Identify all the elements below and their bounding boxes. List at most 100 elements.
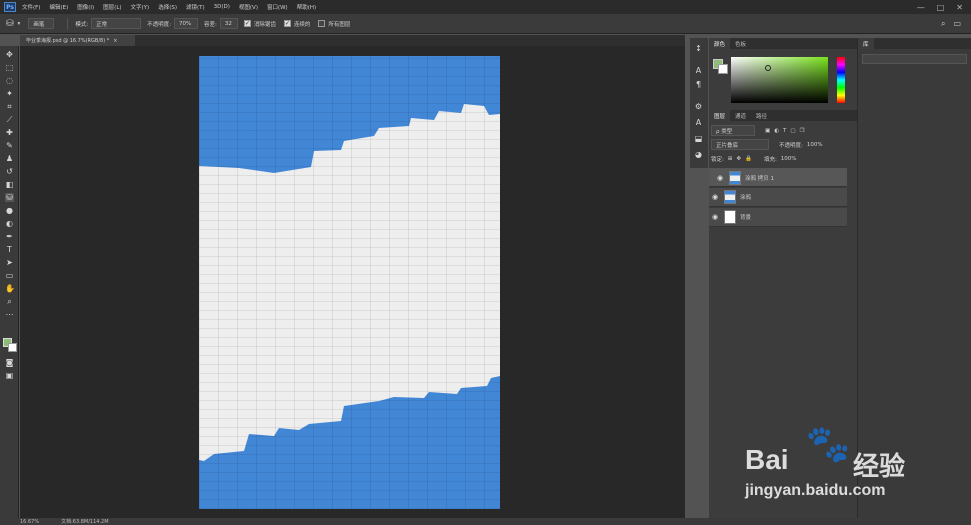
antialias-label: 消除锯齿 <box>253 21 276 28</box>
marquee-tool-icon[interactable]: ⬚ <box>5 63 14 72</box>
close-window-button[interactable]: ✕ <box>956 3 963 12</box>
healing-brush-icon[interactable]: ✚ <box>5 128 14 137</box>
layer-row[interactable]: ◉ 背景 <box>709 208 847 227</box>
menu-help[interactable]: 帮助(H) <box>297 3 316 11</box>
color-picker-field[interactable] <box>731 57 828 103</box>
maximize-button[interactable]: □ <box>937 3 945 12</box>
lock-position-icon[interactable]: ✥ <box>736 156 741 162</box>
menu-select[interactable]: 选择(S) <box>158 3 177 11</box>
tab-libraries[interactable]: 库 <box>858 38 874 49</box>
baidu-jingyan-watermark: Bai 🐾 经验 jingyan.baidu.com <box>745 420 945 520</box>
pen-tool-icon[interactable]: ✒ <box>5 232 14 241</box>
layer-lock-row: 锁定: ⊞ ✥ 🔒 填充: 100% <box>711 153 846 164</box>
filter-pixel-icon[interactable]: ▣ <box>765 128 770 134</box>
more-tools-icon[interactable]: ⋯ <box>5 310 14 319</box>
menu-layer[interactable]: 图层(L) <box>103 3 121 11</box>
move-tool-icon[interactable]: ✥ <box>5 50 14 59</box>
document-tab[interactable]: 毕业季海报.psd @ 16.7%(RGB/8) * × <box>20 35 135 46</box>
menu-3d[interactable]: 3D(D) <box>214 4 230 10</box>
all-layers-checkbox[interactable] <box>318 20 326 27</box>
quick-mask-icon[interactable]: ◙ <box>5 358 14 367</box>
layer-thumbnail <box>724 190 736 204</box>
opacity-input[interactable]: 70% <box>174 18 199 29</box>
history-icon[interactable]: ↕ <box>694 44 703 53</box>
paint-bucket-icon[interactable]: ⛁ <box>6 19 14 29</box>
mode-select[interactable]: 正常 <box>91 18 142 29</box>
layer-row[interactable]: ◉ 涂鸦 <box>709 188 847 207</box>
opacity-label: 不透明度: <box>147 21 172 28</box>
layer-row[interactable]: ◉ 涂鸦 拷贝 1 <box>709 168 847 187</box>
history-brush-icon[interactable]: ↺ <box>5 167 14 176</box>
eraser-icon[interactable]: ◧ <box>5 180 14 189</box>
menu-file[interactable]: 文件(F) <box>22 3 40 11</box>
menu-edit[interactable]: 编辑(E) <box>49 3 68 11</box>
adjustments-icon[interactable]: A <box>694 118 703 127</box>
close-tab-icon[interactable]: × <box>113 38 117 44</box>
tab-swatches[interactable]: 色板 <box>730 38 751 49</box>
filter-shape-icon[interactable]: ▢ <box>790 128 795 134</box>
dodge-tool-icon[interactable]: ◐ <box>5 219 14 228</box>
workspace-icon[interactable]: ▭ <box>953 19 961 28</box>
document-canvas[interactable] <box>199 56 500 509</box>
antialias-checkbox[interactable]: ✓ <box>243 20 251 27</box>
fill-source-select[interactable]: 画笔 <box>28 18 55 29</box>
clone-stamp-icon[interactable]: ♟ <box>5 154 14 163</box>
styles-icon[interactable]: ⬓ <box>694 134 703 143</box>
layer-thumbnail <box>724 210 736 224</box>
magic-wand-icon[interactable]: ✦ <box>5 89 14 98</box>
tab-paths[interactable]: 路径 <box>751 110 772 121</box>
search-icon[interactable]: ⌕ <box>941 19 945 29</box>
properties-icon[interactable]: ⚙ <box>694 102 703 111</box>
eyedropper-icon[interactable]: ⟋ <box>5 115 14 124</box>
navigator-icon[interactable]: ◕ <box>694 150 703 159</box>
menu-image[interactable]: 图像(I) <box>77 3 94 11</box>
visibility-eye-icon[interactable]: ◉ <box>709 193 721 201</box>
menu-type[interactable]: 文字(Y) <box>131 3 150 11</box>
libraries-search-field[interactable] <box>862 54 967 64</box>
hue-slider[interactable] <box>837 57 845 103</box>
tolerance-label: 容差: <box>204 21 217 28</box>
chevron-down-icon[interactable]: ▾ <box>18 21 21 27</box>
tab-layers[interactable]: 图层 <box>709 110 731 121</box>
tab-color[interactable]: 颜色 <box>709 38 731 49</box>
paint-bucket-tool-icon[interactable]: ⛁ <box>5 193 14 202</box>
paragraph-icon[interactable]: ¶ <box>694 80 703 89</box>
zoom-level[interactable]: 16.67% <box>20 519 39 525</box>
contiguous-checkbox[interactable]: ✓ <box>283 20 291 27</box>
blend-mode-select[interactable]: 正片叠底 <box>711 139 769 150</box>
libraries-tabs: 库 <box>858 38 971 49</box>
blur-tool-icon[interactable]: ● <box>5 206 14 215</box>
hand-tool-icon[interactable]: ✋ <box>5 284 15 293</box>
lasso-tool-icon[interactable]: ◌ <box>5 76 14 85</box>
screen-mode-icon[interactable]: ▣ <box>5 371 14 380</box>
background-color-swatch[interactable] <box>8 343 17 352</box>
window-controls: — □ ✕ <box>917 3 963 12</box>
zoom-tool-icon[interactable]: ⌕ <box>5 297 14 306</box>
lock-label: 锁定: <box>711 156 724 163</box>
menu-filter[interactable]: 滤镜(T) <box>186 3 205 11</box>
minimize-button[interactable]: — <box>917 3 925 12</box>
rectangle-tool-icon[interactable]: ▭ <box>5 271 14 280</box>
layer-kind-select[interactable]: ρ 类型 <box>711 125 755 136</box>
fill-value[interactable]: 100% <box>781 156 797 162</box>
visibility-eye-icon[interactable]: ◉ <box>709 213 721 221</box>
crop-tool-icon[interactable]: ⌗ <box>5 102 14 111</box>
filter-type-icon[interactable]: T <box>783 128 786 134</box>
type-tool-icon[interactable]: T <box>5 245 14 254</box>
brush-tool-icon[interactable]: ✎ <box>5 141 14 150</box>
visibility-eye-icon[interactable]: ◉ <box>714 174 726 182</box>
background-color-chip[interactable] <box>718 64 728 74</box>
lock-all-icon[interactable]: 🔒 <box>745 156 752 162</box>
lock-pixels-icon[interactable]: ⊞ <box>728 156 733 162</box>
filter-smart-icon[interactable]: ❐ <box>800 128 805 134</box>
tab-channels[interactable]: 通道 <box>730 110 751 121</box>
filter-adjust-icon[interactable]: ◐ <box>774 128 779 134</box>
layer-opacity-value[interactable]: 100% <box>807 142 823 148</box>
menu-view[interactable]: 视图(V) <box>239 3 258 11</box>
layer-opacity-label: 不透明度: <box>779 142 803 149</box>
character-icon[interactable]: A <box>694 66 703 75</box>
path-selection-icon[interactable]: ➤ <box>5 258 14 267</box>
menu-bar: Ps 文件(F) 编辑(E) 图像(I) 图层(L) 文字(Y) 选择(S) 滤… <box>0 0 971 14</box>
tolerance-input[interactable]: 32 <box>219 18 238 29</box>
menu-window[interactable]: 窗口(W) <box>267 3 288 11</box>
